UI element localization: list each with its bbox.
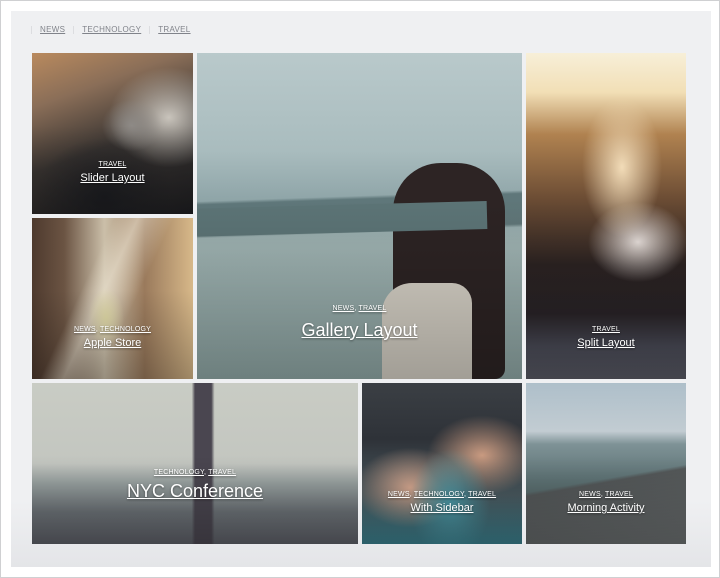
tile-categories: TECHNOLOGY, TRAVEL <box>153 469 237 476</box>
tile-caption: TRAVEL Split Layout <box>526 326 686 351</box>
tile-caption: NEWS, TRAVEL Gallery Layout <box>197 305 522 341</box>
category-link[interactable]: NEWS <box>74 326 96 333</box>
portfolio-tile-nyc-conference[interactable]: TECHNOLOGY, TRAVEL NYC Conference <box>32 383 358 544</box>
filter-technology[interactable]: TECHNOLOGY <box>73 25 141 37</box>
filter-news[interactable]: NEWS <box>30 25 65 37</box>
tile-categories: TRAVEL <box>526 326 686 333</box>
category-link[interactable]: TRAVEL <box>208 469 236 476</box>
category-link[interactable]: TRAVEL <box>468 491 496 498</box>
portfolio-tile-gallery-layout[interactable]: NEWS, TRAVEL Gallery Layout <box>197 53 522 379</box>
category-link[interactable]: TECHNOLOGY <box>414 491 464 498</box>
category-link[interactable]: TRAVEL <box>605 491 633 498</box>
tile-categories: NEWS, TRAVEL <box>332 305 387 312</box>
portfolio-tile-split-layout[interactable]: TRAVEL Split Layout <box>526 53 686 379</box>
tile-title-link[interactable]: With Sidebar <box>411 502 474 514</box>
category-link[interactable]: TECHNOLOGY <box>154 469 204 476</box>
tile-caption: NEWS, TECHNOLOGY, TRAVEL With Sidebar <box>362 491 522 516</box>
category-filters: NEWS TECHNOLOGY TRAVEL <box>30 25 208 37</box>
category-link[interactable]: TRAVEL <box>99 161 127 168</box>
category-link[interactable]: NEWS <box>579 491 601 498</box>
tile-title-link[interactable]: NYC Conference <box>127 481 263 502</box>
category-link[interactable]: TRAVEL <box>592 326 620 333</box>
portfolio-tile-morning-activity[interactable]: NEWS, TRAVEL Morning Activity <box>526 383 686 544</box>
category-link[interactable]: NEWS <box>333 305 355 312</box>
tile-title-link[interactable]: Gallery Layout <box>301 320 417 341</box>
tile-title-link[interactable]: Split Layout <box>577 337 634 349</box>
tile-caption: TECHNOLOGY, TRAVEL NYC Conference <box>32 469 358 502</box>
tile-categories: NEWS, TRAVEL <box>579 491 633 498</box>
tile-caption: NEWS, TECHNOLOGY Apple Store <box>32 326 193 351</box>
page-frame: NEWS TECHNOLOGY TRAVEL TRAVEL Slider Lay… <box>0 0 720 578</box>
category-link[interactable]: TRAVEL <box>359 305 387 312</box>
tile-categories: TRAVEL <box>32 161 193 168</box>
category-link[interactable]: TECHNOLOGY <box>100 326 151 333</box>
tile-title-link[interactable]: Morning Activity <box>567 502 644 514</box>
filter-travel[interactable]: TRAVEL <box>149 25 190 37</box>
tile-title-link[interactable]: Apple Store <box>84 337 141 349</box>
tile-categories: NEWS, TECHNOLOGY, TRAVEL <box>387 491 497 498</box>
tile-title-link[interactable]: Slider Layout <box>80 172 144 184</box>
category-link[interactable]: NEWS <box>388 491 410 498</box>
tile-caption: NEWS, TRAVEL Morning Activity <box>526 491 686 516</box>
tile-caption: TRAVEL Slider Layout <box>32 161 193 186</box>
tile-categories: NEWS, TECHNOLOGY <box>74 326 151 333</box>
portfolio-tile-with-sidebar[interactable]: NEWS, TECHNOLOGY, TRAVEL With Sidebar <box>362 383 522 544</box>
portfolio-tile-apple-store[interactable]: NEWS, TECHNOLOGY Apple Store <box>32 218 193 379</box>
portfolio-tile-slider-layout[interactable]: TRAVEL Slider Layout <box>32 53 193 214</box>
